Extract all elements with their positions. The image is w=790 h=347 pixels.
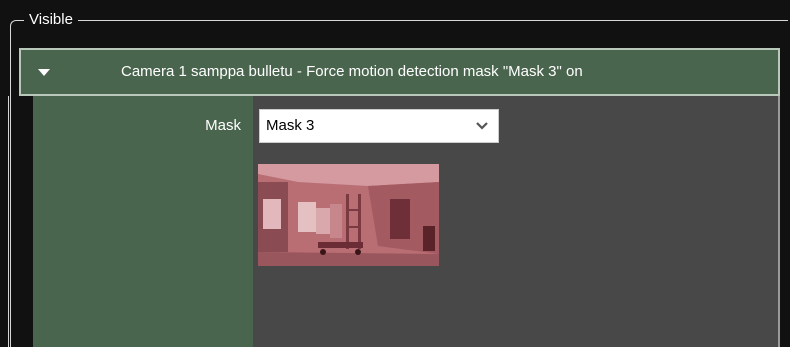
chevron-down-icon[interactable] — [38, 69, 50, 76]
rule-header[interactable]: Camera 1 samppa bulletu - Force motion d… — [19, 48, 780, 96]
page: Visible Camera 1 samppa bulletu - Force … — [0, 0, 790, 347]
camera-preview-thumbnail — [258, 164, 439, 266]
groupbox-legend: Visible — [24, 11, 78, 29]
camera-preview-image — [258, 164, 439, 266]
mask-label: Mask — [205, 117, 241, 134]
rule-title: Camera 1 samppa bulletu - Force motion d… — [121, 63, 583, 80]
label-column: Mask — [33, 96, 253, 347]
chevron-down-icon — [476, 122, 488, 130]
mask-select-value: Mask 3 — [266, 117, 315, 134]
rule-content: Mask Mask 3 — [33, 96, 780, 347]
groupbox-border — [8, 96, 9, 347]
mask-select[interactable]: Mask 3 — [259, 109, 499, 143]
